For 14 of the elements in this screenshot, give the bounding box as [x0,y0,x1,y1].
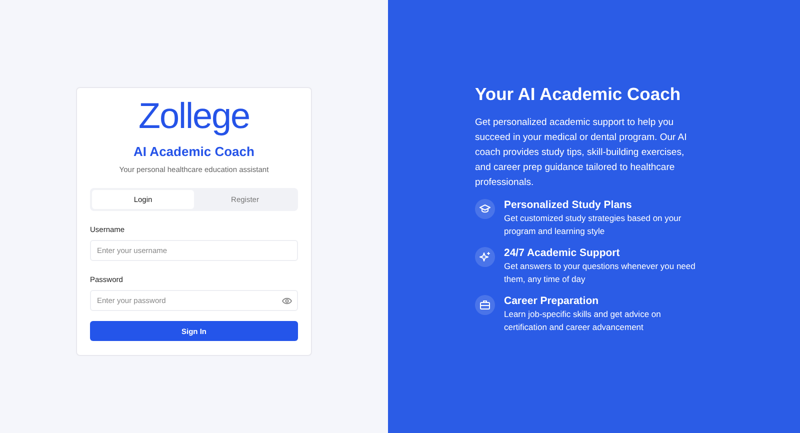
feature-title: Career Preparation [504,295,600,307]
feature-description: Get customized study strategies based on your program and learning style [504,212,682,238]
app-title: AI Academic Coach [132,144,256,159]
eye-icon[interactable] [282,297,292,305]
logo: Zollege [137,96,251,136]
feature-title: 24/7 Academic Support [504,247,621,259]
sparkles-icon [475,247,495,267]
briefcase-icon [475,295,495,315]
feature-description: Learn job-specific skills and get advice on certification and career advancement [504,308,662,334]
feature-description: Get answers to your questions whenever you need them, any time of day [504,260,696,286]
hero-title: Your AI Academic Coach [475,84,682,105]
feature-title: Personalized Study Plans [504,199,633,211]
hero-description: Get personalized academic support to help you succeed in your medical or dental program. Our AI coach provides study tips, skill-building exercises, and career prep guidance tailored to healthcare professionals. [475,116,688,190]
graduation-cap-icon [475,199,495,219]
